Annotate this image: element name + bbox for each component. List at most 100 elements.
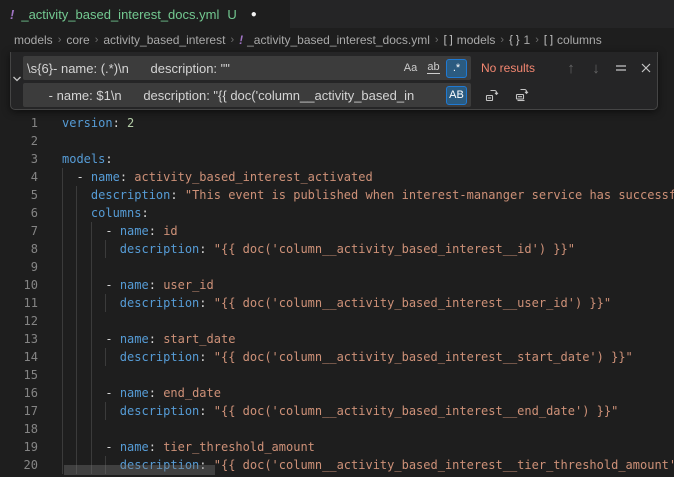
find-replace-widget: \s{6}- name: (.*)\n description: "" Aa a… <box>10 52 658 110</box>
code-line[interactable]: 9 <box>0 258 674 276</box>
breadcrumb-item[interactable]: !_activity_based_interest_docs.yml <box>239 33 430 47</box>
breadcrumb-label: 1 <box>524 33 531 47</box>
indent-guide <box>76 258 77 276</box>
array-icon: [ ] <box>444 34 453 46</box>
find-row: \s{6}- name: (.*)\n description: "" Aa a… <box>23 56 657 80</box>
selection-icon <box>614 61 628 75</box>
arrow-down-icon: ↓ <box>592 60 600 77</box>
git-untracked-badge: U <box>227 7 236 22</box>
replace-input[interactable]: - name: $1\n description: "{{ doc('colum… <box>23 83 471 107</box>
breadcrumb-separator-icon: › <box>535 34 539 46</box>
line-number: 13 <box>0 330 38 348</box>
code-text: description: "{{ doc('column__activity_b… <box>62 348 633 366</box>
indent-guide <box>62 420 63 438</box>
indent-guide <box>91 312 92 330</box>
replace-row: - name: $1\n description: "{{ doc('colum… <box>23 83 657 107</box>
indent-guide <box>76 420 77 438</box>
code-text: description: "{{ doc('column__activity_b… <box>62 240 575 258</box>
replace-button[interactable] <box>481 84 503 106</box>
indent-guide <box>62 258 63 276</box>
code-line[interactable]: 1version: 2 <box>0 114 674 132</box>
indent-guide <box>91 366 92 384</box>
code-text: - name: user_id <box>62 276 214 294</box>
line-number: 19 <box>0 438 38 456</box>
code-text: - name: tier_threshold_amount <box>62 438 315 456</box>
code-line[interactable]: 2 <box>0 132 674 150</box>
tab-filename: _activity_based_interest_docs.yml <box>21 7 219 22</box>
line-number: 14 <box>0 348 38 366</box>
breadcrumb-item[interactable]: [ ] columns <box>544 33 602 47</box>
line-number: 18 <box>0 420 38 438</box>
whole-word-button[interactable]: ab <box>423 59 444 78</box>
code-text: description: "This event is published wh… <box>62 186 674 204</box>
breadcrumb-label: models <box>14 33 53 47</box>
object-icon: { } <box>509 34 519 46</box>
code-text: - name: activity_based_interest_activate… <box>62 168 373 186</box>
breadcrumb-item[interactable]: activity_based_interest <box>103 33 225 47</box>
line-number: 15 <box>0 366 38 384</box>
replace-all-button[interactable] <box>511 84 533 106</box>
find-results-status: No results <box>481 61 551 75</box>
code-text: - name: end_date <box>62 384 221 402</box>
line-number: 2 <box>0 132 38 150</box>
code-line[interactable]: 3models: <box>0 150 674 168</box>
yaml-icon: ! <box>239 33 243 47</box>
line-number: 5 <box>0 186 38 204</box>
code-line[interactable]: 5 description: "This event is published … <box>0 186 674 204</box>
indent-guide <box>91 258 92 276</box>
code-line[interactable]: 6 columns: <box>0 204 674 222</box>
dirty-indicator-icon[interactable]: ● <box>251 9 257 20</box>
horizontal-scrollbar[interactable] <box>64 465 215 475</box>
code-line[interactable]: 13 - name: start_date <box>0 330 674 348</box>
tab-bar: ! _activity_based_interest_docs.yml U ● <box>0 0 674 28</box>
code-line[interactable]: 4 - name: activity_based_interest_activa… <box>0 168 674 186</box>
indent-guide <box>76 366 77 384</box>
indent-guide <box>62 366 63 384</box>
code-line[interactable]: 10 - name: user_id <box>0 276 674 294</box>
indent-guide <box>91 420 92 438</box>
line-number: 8 <box>0 240 38 258</box>
breadcrumb-separator-icon: › <box>95 34 99 46</box>
breadcrumb-item[interactable]: { } 1 <box>509 33 530 47</box>
code-line[interactable]: 17 description: "{{ doc('column__activit… <box>0 402 674 420</box>
code-editor[interactable]: 1version: 223models:4 - name: activity_b… <box>0 52 674 477</box>
breadcrumb-item[interactable]: core <box>66 33 89 47</box>
code-line[interactable]: 15 <box>0 366 674 384</box>
tab-active-file[interactable]: ! _activity_based_interest_docs.yml U ● <box>0 0 290 28</box>
line-number: 6 <box>0 204 38 222</box>
code-line[interactable]: 14 description: "{{ doc('column__activit… <box>0 348 674 366</box>
code-line[interactable]: 12 <box>0 312 674 330</box>
toggle-replace-button[interactable] <box>11 56 23 105</box>
find-previous-button[interactable]: ↑ <box>560 57 582 79</box>
code-line[interactable]: 16 - name: end_date <box>0 384 674 402</box>
arrow-up-icon: ↑ <box>567 60 575 77</box>
breadcrumb-label: columns <box>557 33 602 47</box>
array-icon: [ ] <box>544 34 553 46</box>
replace-icon <box>484 87 500 103</box>
line-number: 12 <box>0 312 38 330</box>
line-number: 9 <box>0 258 38 276</box>
code-text: - name: id <box>62 222 178 240</box>
code-line[interactable]: 11 description: "{{ doc('column__activit… <box>0 294 674 312</box>
line-number: 3 <box>0 150 38 168</box>
code-area: 1version: 223models:4 - name: activity_b… <box>0 114 674 474</box>
breadcrumb-item[interactable]: models <box>14 33 53 47</box>
regex-button[interactable]: .* <box>446 59 467 78</box>
breadcrumb-item[interactable]: [ ]models <box>444 33 496 47</box>
match-case-button[interactable]: Aa <box>400 59 421 78</box>
find-input[interactable]: \s{6}- name: (.*)\n description: "" Aa a… <box>23 56 471 80</box>
code-line[interactable]: 7 - name: id <box>0 222 674 240</box>
code-line[interactable]: 18 <box>0 420 674 438</box>
close-icon <box>640 62 652 74</box>
indent-guide <box>76 312 77 330</box>
find-next-button[interactable]: ↓ <box>585 57 607 79</box>
preserve-case-button[interactable]: AB <box>446 86 467 105</box>
find-in-selection-button[interactable] <box>610 57 632 79</box>
close-find-button[interactable] <box>635 57 657 79</box>
code-line[interactable]: 19 - name: tier_threshold_amount <box>0 438 674 456</box>
line-number: 16 <box>0 384 38 402</box>
line-number: 11 <box>0 294 38 312</box>
code-line[interactable]: 8 description: "{{ doc('column__activity… <box>0 240 674 258</box>
line-number: 4 <box>0 168 38 186</box>
find-query-text: \s{6}- name: (.*)\n description: "" <box>27 61 398 76</box>
